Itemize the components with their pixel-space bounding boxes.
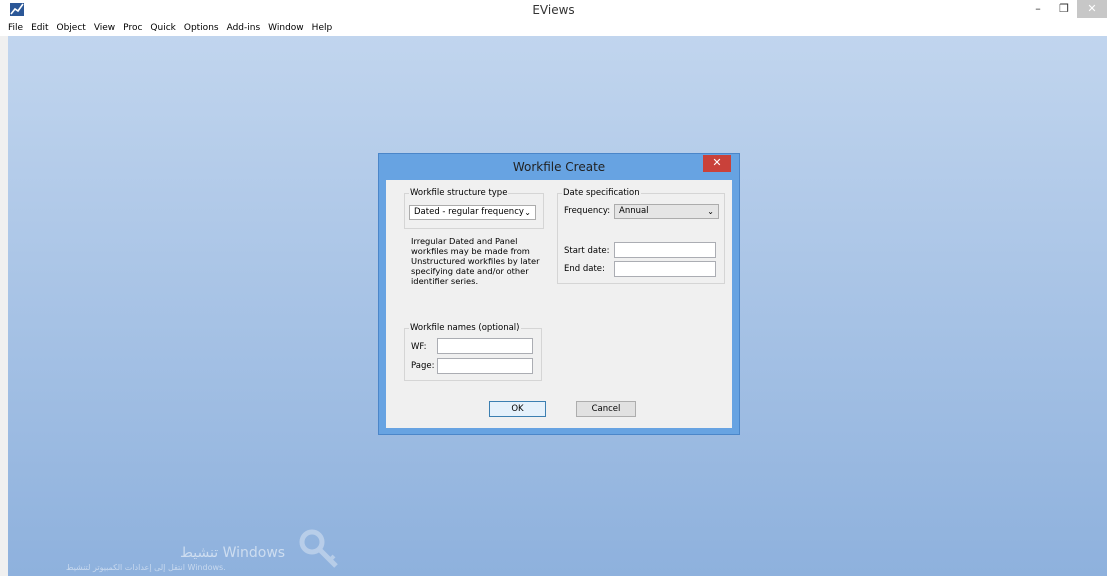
- menu-help[interactable]: Help: [308, 20, 337, 36]
- structure-type-select[interactable]: Dated - regular frequency ⌄: [409, 205, 536, 220]
- menu-edit[interactable]: Edit: [27, 20, 52, 36]
- page-label: Page:: [411, 361, 435, 371]
- frequency-value: Annual: [619, 206, 649, 216]
- ok-button[interactable]: OK: [489, 401, 546, 417]
- structure-group-label: Workfile structure type: [409, 188, 509, 198]
- frequency-label: Frequency:: [564, 206, 611, 216]
- menu-options[interactable]: Options: [180, 20, 223, 36]
- structure-group: Workfile structure type Dated - regular …: [404, 188, 544, 229]
- start-date-input[interactable]: [614, 242, 716, 258]
- start-date-label: Start date:: [564, 246, 610, 256]
- menu-add-ins[interactable]: Add-ins: [223, 20, 265, 36]
- menu-file[interactable]: File: [4, 20, 27, 36]
- dialog-title: Workfile Create: [512, 160, 606, 174]
- structure-note: Irregular Dated and Panel workfiles may …: [411, 236, 540, 286]
- menu-view[interactable]: View: [90, 20, 119, 36]
- activation-watermark-title: تنشيط Windows: [180, 545, 286, 561]
- close-button[interactable]: ✕: [1077, 0, 1107, 18]
- window-title: EViews: [532, 3, 575, 17]
- chevron-down-icon: ⌄: [524, 208, 531, 217]
- menu-quick[interactable]: Quick: [146, 20, 179, 36]
- end-date-input[interactable]: [614, 261, 716, 277]
- dialog-body: Workfile structure type Dated - regular …: [386, 180, 732, 428]
- frequency-select[interactable]: Annual ⌄: [614, 204, 719, 219]
- page-name-input[interactable]: [437, 358, 533, 374]
- end-date-label: End date:: [564, 264, 605, 274]
- title-bar: EViews – ❐ ✕: [0, 0, 1107, 21]
- date-spec-group: Date specification Frequency: Annual ⌄ S…: [557, 188, 725, 284]
- wf-name-input[interactable]: [437, 338, 533, 354]
- names-group: Workfile names (optional) WF: Page:: [404, 323, 542, 381]
- structure-type-value: Dated - regular frequency: [414, 207, 524, 217]
- cancel-button[interactable]: Cancel: [576, 401, 636, 417]
- wf-label: WF:: [411, 342, 427, 352]
- activation-watermark-text: انتقل إلى إعدادات الكمبيوتر لتنشيط Windo…: [66, 563, 226, 572]
- left-border: [0, 36, 8, 576]
- workfile-create-dialog: Workfile Create ✕ Workfile structure typ…: [378, 153, 740, 435]
- key-icon: [299, 529, 338, 568]
- menu-window[interactable]: Window: [264, 20, 308, 36]
- dialog-close-button[interactable]: ✕: [703, 155, 731, 172]
- names-group-label: Workfile names (optional): [409, 323, 521, 333]
- menu-bar: File Edit Object View Proc Quick Options…: [0, 20, 1107, 36]
- restore-button[interactable]: ❐: [1051, 0, 1077, 18]
- date-spec-label: Date specification: [562, 188, 641, 198]
- menu-object[interactable]: Object: [53, 20, 90, 36]
- chevron-down-icon: ⌄: [707, 207, 714, 216]
- menu-proc[interactable]: Proc: [119, 20, 146, 36]
- minimize-button[interactable]: –: [1025, 0, 1051, 18]
